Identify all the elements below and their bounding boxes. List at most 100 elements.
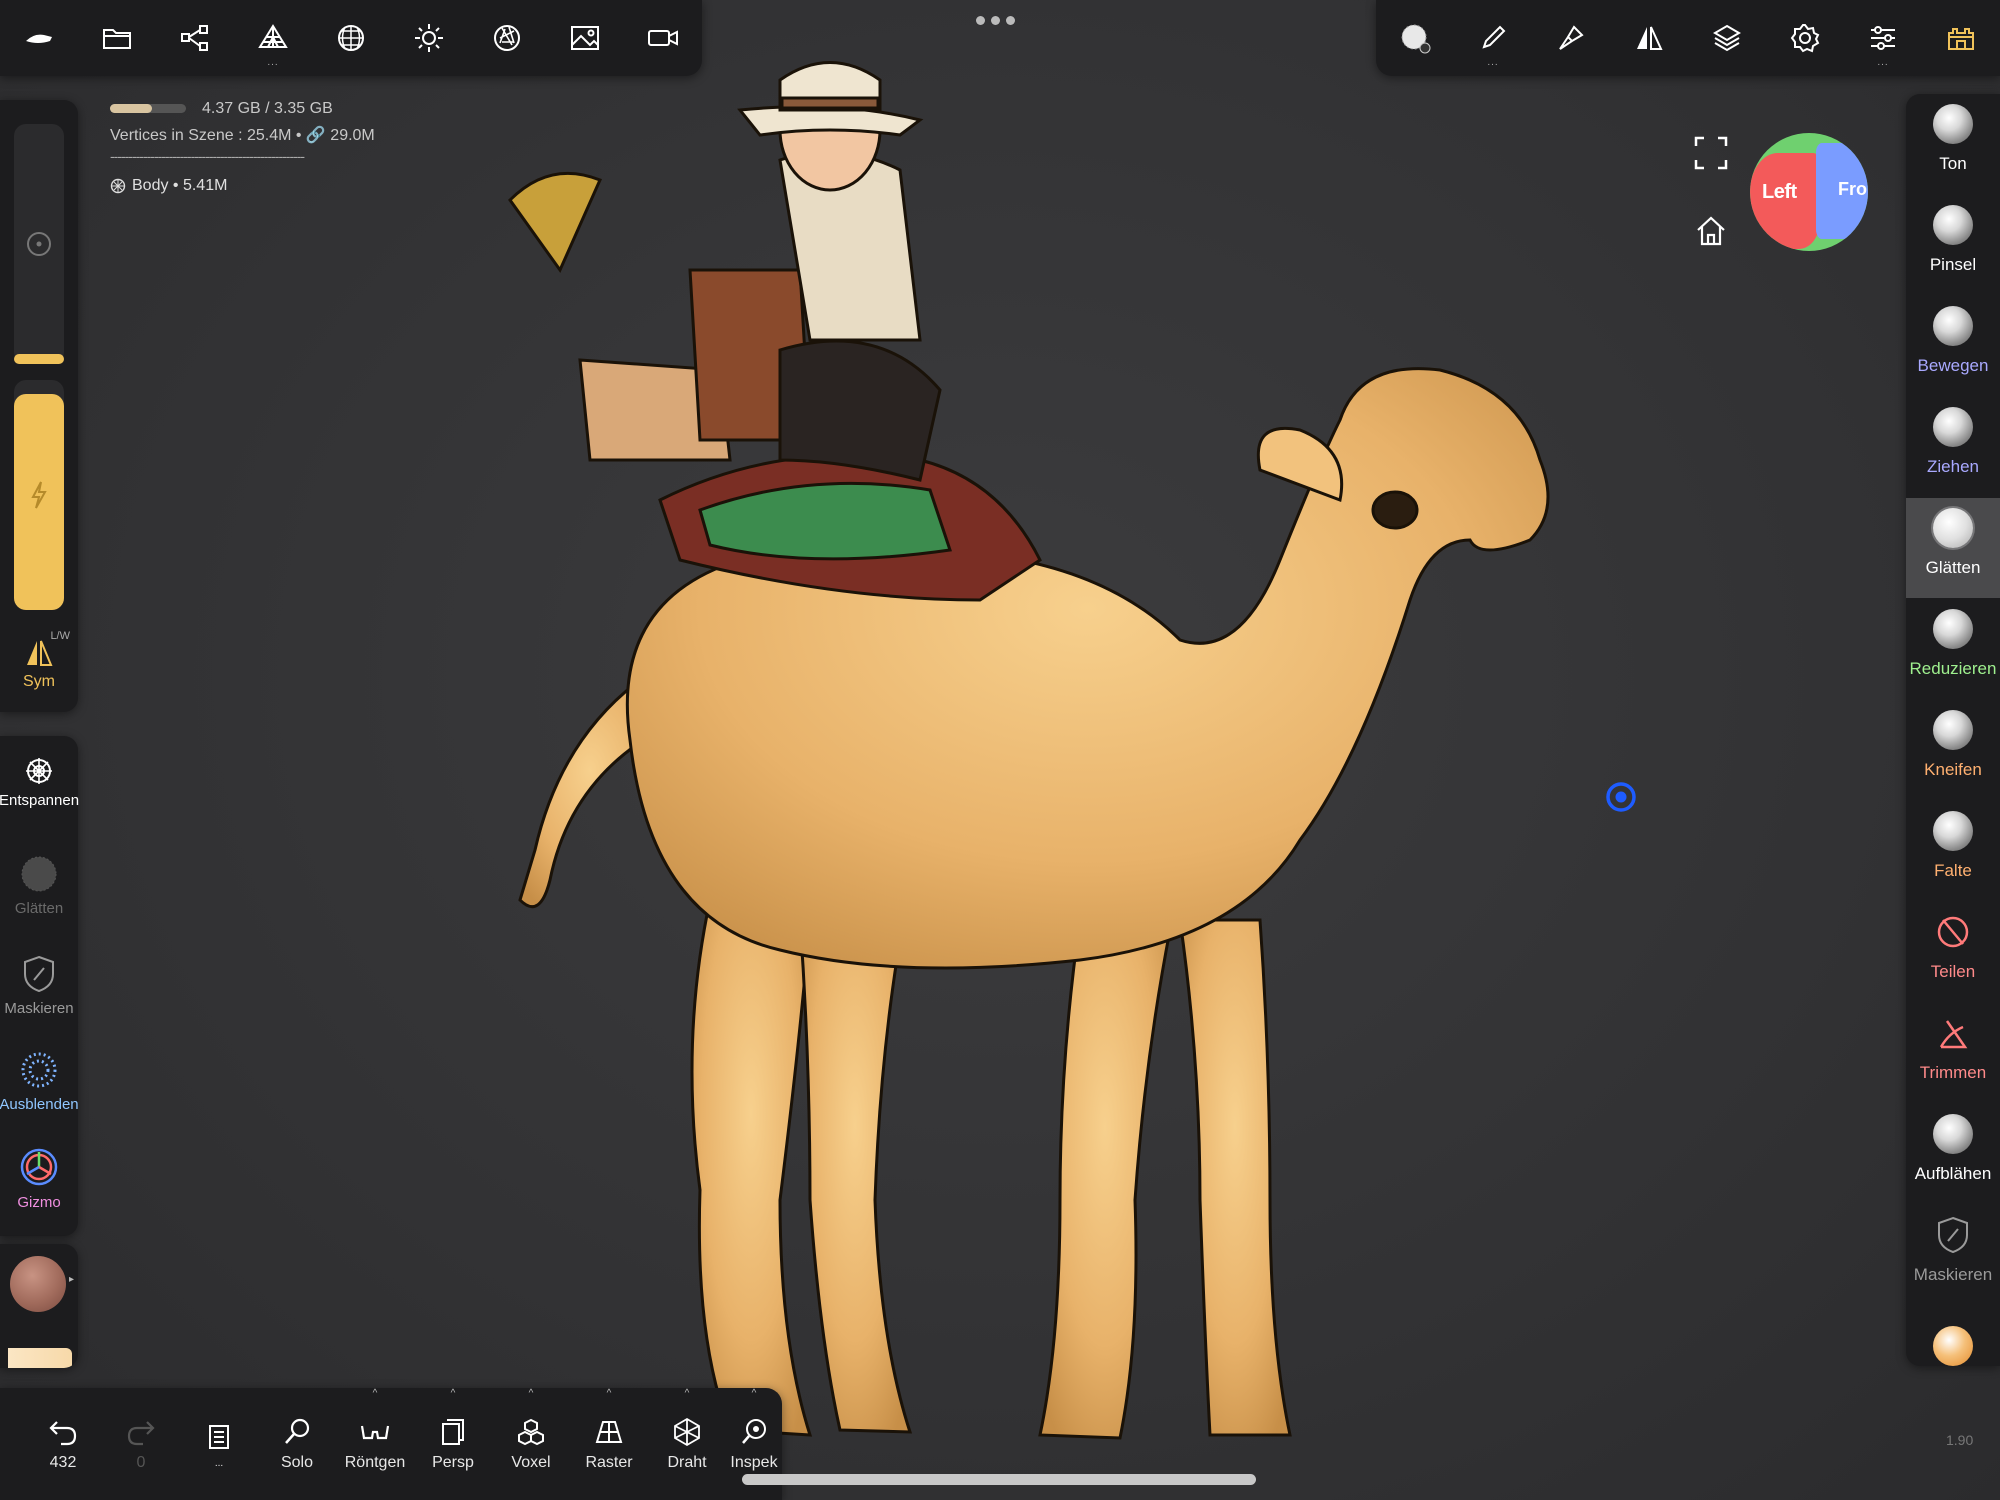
drag-tool[interactable]: Ziehen bbox=[1906, 397, 2000, 497]
crease-tool[interactable]: Falte bbox=[1906, 801, 2000, 901]
xray-label: Röntgen bbox=[344, 1454, 406, 1471]
sym-badge: L/W bbox=[50, 630, 70, 642]
split-label: Teilen bbox=[1930, 962, 1976, 981]
voxel-label: Voxel bbox=[511, 1454, 551, 1471]
gizmo-tool[interactable]: Gizmo bbox=[0, 1146, 78, 1211]
shield-brush-icon bbox=[1938, 1216, 1968, 1254]
symmetry-icon bbox=[27, 640, 53, 666]
sculpt-viewport[interactable] bbox=[480, 40, 1630, 1460]
split-tool[interactable]: Teilen bbox=[1906, 902, 2000, 1002]
pinch-label: Kneifen bbox=[1924, 760, 1982, 779]
more-dots: ... bbox=[1877, 57, 1889, 68]
hide-tool[interactable]: Ausblenden bbox=[0, 1050, 79, 1113]
files-button[interactable] bbox=[78, 0, 156, 76]
view-cube-left-label: Left bbox=[1762, 181, 1797, 203]
pinch-tool[interactable]: Kneifen bbox=[1906, 700, 2000, 800]
solo-button[interactable]: Solo bbox=[258, 1388, 336, 1500]
smooth-tool-selected[interactable]: Glätten bbox=[1906, 498, 2000, 598]
top-handle-dots[interactable] bbox=[976, 16, 1026, 30]
lightning-icon bbox=[31, 481, 47, 509]
gizmo-label: Gizmo bbox=[17, 1194, 61, 1211]
cubes-icon bbox=[518, 1418, 544, 1446]
wireframe-label: Draht bbox=[667, 1454, 707, 1471]
rider-model bbox=[508, 61, 1042, 602]
relax-tool[interactable]: Entspannen bbox=[0, 756, 79, 809]
right-tools-panel: Ton Pinsel Bewegen Ziehen Glätten Reduzi… bbox=[1906, 94, 2000, 1366]
caret-up-icon: ^ bbox=[450, 1388, 456, 1399]
xray-button[interactable]: ^ Röntgen bbox=[336, 1388, 414, 1500]
topology-button[interactable]: ... bbox=[234, 0, 312, 76]
move-brush-icon bbox=[1933, 306, 1973, 346]
voxel-button[interactable]: ^ Voxel bbox=[492, 1388, 570, 1500]
web-icon bbox=[26, 758, 52, 784]
caret-up-icon: ^ bbox=[684, 1388, 690, 1399]
trim-icon bbox=[1939, 1020, 1968, 1049]
brush-brush-icon bbox=[1933, 205, 1973, 245]
mask-tool[interactable]: Maskieren bbox=[0, 954, 78, 1017]
sun-icon bbox=[415, 24, 443, 52]
radius-slider[interactable] bbox=[14, 124, 64, 364]
perspective-icon bbox=[442, 1419, 464, 1445]
hide-label: Ausblenden bbox=[0, 1096, 79, 1113]
mask-tool-right[interactable]: Maskieren bbox=[1906, 1205, 2000, 1305]
material-strip[interactable] bbox=[8, 1348, 72, 1368]
clay-label: Ton bbox=[1939, 154, 1967, 173]
interface-button[interactable]: ... bbox=[1844, 0, 1922, 76]
flatten-tool[interactable]: Reduzieren bbox=[1906, 599, 2000, 699]
left-tools-panel: Entspannen Glätten Maskieren Ausblenden … bbox=[0, 736, 79, 1236]
more-dots: ... bbox=[267, 57, 279, 68]
material-expand-arrow[interactable]: ▸ bbox=[69, 1274, 74, 1285]
move-tool[interactable]: Bewegen bbox=[1906, 296, 2000, 396]
inflate-label: Aufblähen bbox=[1914, 1164, 1992, 1183]
redo-icon bbox=[127, 1421, 155, 1446]
fullscreen-icon[interactable] bbox=[1694, 136, 1728, 170]
material-button[interactable] bbox=[312, 0, 390, 76]
lighting-button[interactable] bbox=[390, 0, 468, 76]
home-indicator[interactable] bbox=[742, 1474, 1256, 1485]
view-cube-front-label: Fron bbox=[1838, 179, 1868, 199]
layers-icon bbox=[1713, 24, 1741, 52]
clay-tool[interactable]: Ton bbox=[1906, 94, 2000, 194]
inflate-tool[interactable]: Aufblähen bbox=[1906, 1104, 2000, 1204]
caret-up-icon: ^ bbox=[528, 1388, 534, 1399]
material-color-swatch[interactable] bbox=[10, 1256, 66, 1312]
clay-brush-icon bbox=[1933, 104, 1973, 144]
shield-brush-icon bbox=[24, 955, 54, 993]
move-label: Bewegen bbox=[1917, 356, 1989, 375]
vertices-text: Vertices in Szene : 25.4M • 🔗 29.0M bbox=[110, 127, 375, 144]
view-cube[interactable]: Left Fron bbox=[1750, 133, 1868, 251]
scene-button[interactable] bbox=[156, 0, 234, 76]
gizmo-icon bbox=[20, 1148, 58, 1186]
drag-label: Ziehen bbox=[1927, 457, 1979, 476]
settings-button[interactable] bbox=[1766, 0, 1844, 76]
undo-button[interactable]: 432 bbox=[24, 1388, 102, 1500]
memory-bar-fill bbox=[110, 104, 152, 113]
nomad-logo-button[interactable] bbox=[0, 0, 78, 76]
persp-button[interactable]: ^ Persp bbox=[414, 1388, 492, 1500]
smooth-tool[interactable]: Glätten bbox=[0, 854, 78, 917]
object-info[interactable]: Body • 5.41M bbox=[110, 177, 227, 195]
caret-up-icon: ^ bbox=[751, 1388, 757, 1399]
trim-tool[interactable]: Trimmen bbox=[1906, 1003, 2000, 1103]
inspect-label: Inspek bbox=[730, 1454, 778, 1471]
hub-button[interactable] bbox=[1922, 0, 2000, 76]
brush-tool[interactable]: Pinsel bbox=[1906, 195, 2000, 295]
mask-label: Maskieren bbox=[4, 1000, 74, 1017]
redo-count: 0 bbox=[136, 1454, 146, 1471]
sym-button[interactable]: Sym L/W bbox=[0, 620, 78, 710]
drag-brush-icon bbox=[1933, 407, 1973, 447]
caret-up-icon: ^ bbox=[372, 1388, 378, 1399]
home-icon[interactable] bbox=[1694, 214, 1728, 248]
layers-button[interactable] bbox=[1688, 0, 1766, 76]
flatten-brush-icon bbox=[1933, 609, 1973, 649]
castle-icon bbox=[1948, 28, 1974, 50]
trim-label: Trimmen bbox=[1919, 1063, 1987, 1082]
redo-button[interactable]: 0 bbox=[102, 1388, 180, 1500]
intensity-slider[interactable] bbox=[14, 380, 64, 610]
paint-tool-partial[interactable] bbox=[1933, 1326, 1973, 1366]
target-icon bbox=[27, 232, 51, 256]
radius-slider-fill bbox=[14, 354, 64, 364]
grid-button[interactable]: ^ Raster bbox=[570, 1388, 648, 1500]
objects-button[interactable]: ... bbox=[180, 1388, 258, 1500]
wireframe-button[interactable]: ^ Draht bbox=[648, 1388, 726, 1500]
